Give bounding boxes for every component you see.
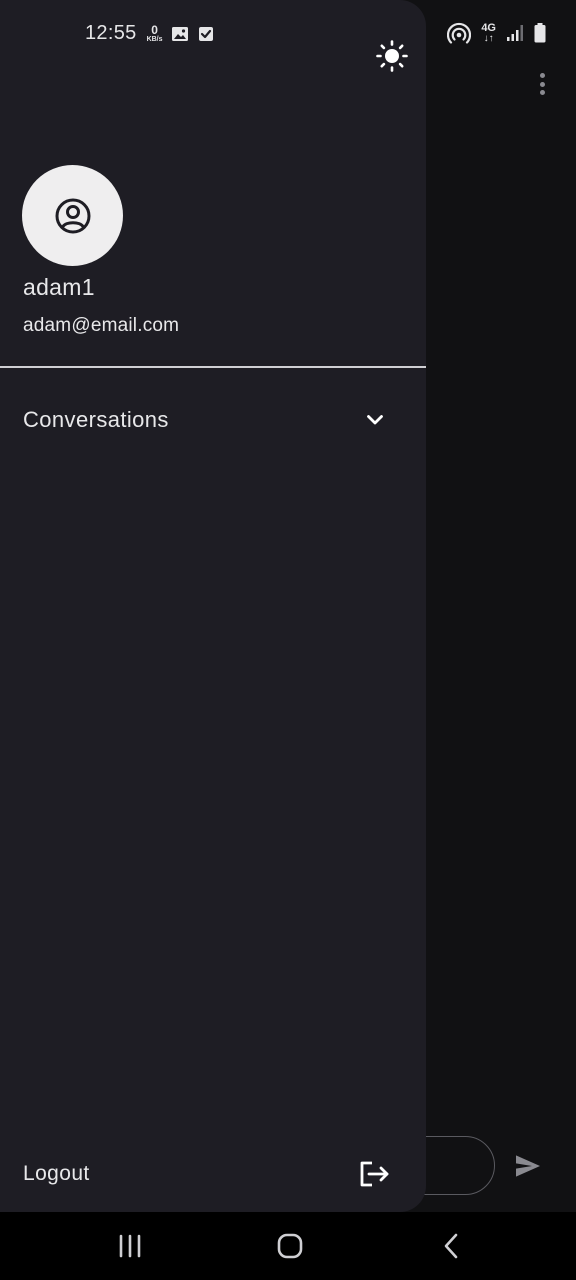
status-bar-left: 12:55 0 KB/s	[85, 22, 215, 45]
navigation-drawer: 12:55 0 KB/s adam1 adam@email.com Conver…	[0, 0, 426, 1212]
net-speed-unit: KB/s	[146, 36, 163, 43]
status-bar-right: 4G ↓↑	[447, 22, 546, 44]
back-button[interactable]	[432, 1228, 472, 1264]
theme-toggle-button[interactable]	[372, 36, 412, 76]
user-circle-icon	[55, 198, 90, 233]
recents-icon	[119, 1234, 141, 1258]
image-icon	[171, 26, 188, 41]
user-email: adam@email.com	[23, 315, 180, 336]
conversations-expander[interactable]: Conversations	[0, 392, 426, 448]
home-button[interactable]	[270, 1228, 310, 1264]
avatar[interactable]	[22, 165, 123, 266]
battery-icon	[534, 23, 546, 43]
logout-button[interactable]: Logout	[0, 1146, 426, 1202]
system-nav-bar	[0, 1212, 576, 1280]
back-icon	[444, 1233, 458, 1259]
data-arrows-icon: ↓↑	[483, 32, 494, 44]
sun-icon	[376, 40, 408, 72]
network-4g-icon: 4G ↓↑	[481, 21, 496, 44]
chevron-down-icon[interactable]	[363, 408, 387, 432]
network-label: 4G	[481, 21, 496, 34]
divider	[0, 366, 426, 368]
send-icon[interactable]	[510, 1150, 546, 1182]
logout-label: Logout	[23, 1162, 90, 1185]
more-vert-icon[interactable]	[532, 70, 552, 98]
checkbox-icon	[198, 26, 213, 41]
username: adam1	[23, 274, 95, 300]
net-speed-value: 0	[151, 23, 158, 37]
net-speed: 0 KB/s	[147, 24, 163, 43]
recents-button[interactable]	[110, 1228, 150, 1264]
conversations-label: Conversations	[23, 407, 169, 432]
clock: 12:55	[85, 22, 137, 44]
hotspot-icon	[447, 22, 472, 44]
home-icon	[277, 1233, 303, 1259]
signal-icon	[507, 25, 523, 41]
logout-icon[interactable]	[358, 1158, 392, 1190]
